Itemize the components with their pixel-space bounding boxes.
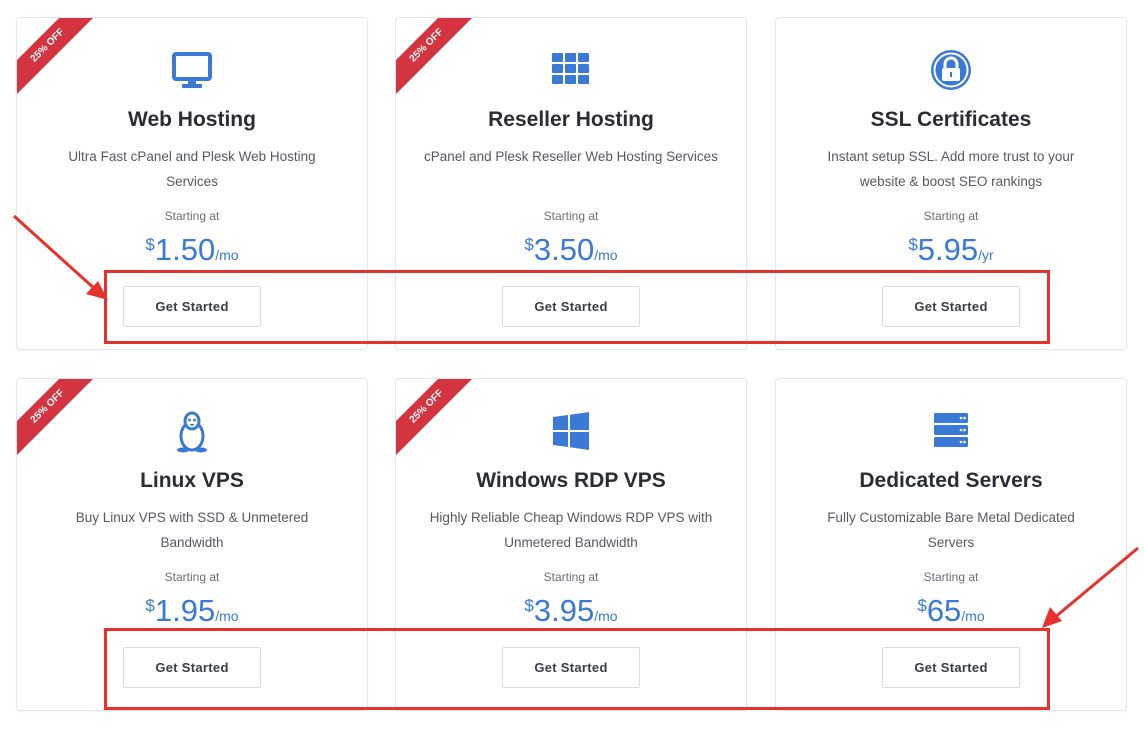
lock-icon	[931, 50, 971, 90]
starting-at-label: Starting at	[164, 209, 220, 223]
plan-card-reseller-hosting: 25% OFF Reseller Hosting cPanel and Ples…	[395, 17, 747, 350]
grid-icon	[552, 53, 589, 84]
plan-price: $5.95/yr	[908, 232, 994, 267]
get-started-button[interactable]: Get Started	[882, 286, 1020, 327]
get-started-button[interactable]: Get Started	[502, 647, 640, 688]
plan-card-windows-rdp-vps: 25% OFF Windows RDP VPS Highly Reliable …	[395, 378, 747, 711]
monitor-icon	[172, 52, 212, 88]
starting-at-label: Starting at	[543, 570, 599, 584]
plan-card-linux-vps: 25% OFF Linux VPS Buy Linux VPS with SSD…	[16, 378, 368, 711]
plan-description: Instant setup SSL. Add more trust to you…	[827, 149, 1075, 189]
discount-ribbon: 25% OFF	[17, 379, 107, 469]
get-started-button[interactable]: Get Started	[502, 286, 640, 327]
plan-description: Ultra Fast cPanel and Plesk Web Hosting …	[68, 149, 316, 189]
plan-title: Dedicated Servers	[859, 469, 1043, 492]
get-started-button[interactable]: Get Started	[882, 647, 1020, 688]
starting-at-label: Starting at	[923, 209, 979, 223]
linux-penguin-icon	[177, 411, 207, 453]
discount-ribbon: 25% OFF	[17, 18, 107, 108]
plan-description: Highly Reliable Cheap Windows RDP VPS wi…	[429, 510, 713, 550]
plan-description: cPanel and Plesk Reseller Web Hosting Se…	[424, 149, 718, 164]
plan-price: $65/mo	[917, 593, 985, 628]
plan-card-dedicated-servers: Dedicated Servers Fully Customizable Bar…	[775, 378, 1127, 711]
plan-price: $3.50/mo	[524, 232, 618, 267]
plan-card-web-hosting: 25% OFF Web Hosting Ultra Fast cPanel an…	[16, 17, 368, 350]
plan-description: Fully Customizable Bare Metal Dedicated …	[827, 510, 1075, 550]
plan-description: Buy Linux VPS with SSD & Unmetered Bandw…	[75, 510, 309, 550]
starting-at-label: Starting at	[923, 570, 979, 584]
plan-title: Reseller Hosting	[488, 108, 654, 131]
plan-card-ssl-certificates: SSL Certificates Instant setup SSL. Add …	[775, 17, 1127, 350]
plan-title: SSL Certificates	[870, 108, 1032, 131]
server-icon	[934, 413, 968, 447]
starting-at-label: Starting at	[543, 209, 599, 223]
plan-title: Web Hosting	[128, 108, 256, 131]
get-started-button[interactable]: Get Started	[123, 286, 261, 327]
plan-price: $1.95/mo	[145, 593, 239, 628]
get-started-button[interactable]: Get Started	[123, 647, 261, 688]
plan-price: $3.95/mo	[524, 593, 618, 628]
plan-title: Windows RDP VPS	[476, 469, 666, 492]
discount-ribbon: 25% OFF	[396, 18, 486, 108]
starting-at-label: Starting at	[164, 570, 220, 584]
windows-icon	[553, 412, 589, 450]
discount-ribbon: 25% OFF	[396, 379, 486, 469]
plan-price: $1.50/mo	[145, 232, 239, 267]
plan-title: Linux VPS	[140, 469, 244, 492]
